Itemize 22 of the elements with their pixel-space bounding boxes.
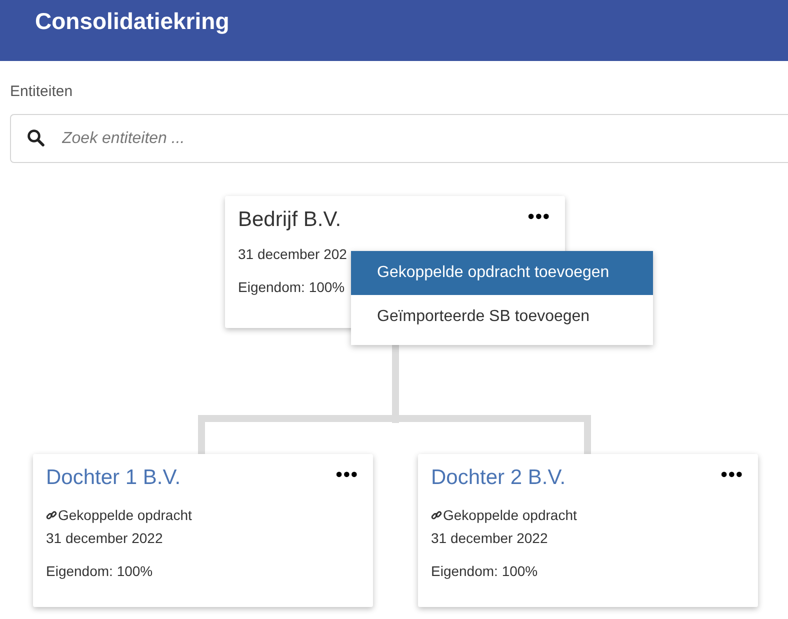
- link-icon: [431, 510, 442, 520]
- entity-name[interactable]: Dochter 1 B.V.: [46, 466, 181, 490]
- entity-name: Bedrijf B.V.: [238, 208, 342, 232]
- linked-label: Gekoppelde opdracht: [58, 507, 192, 523]
- more-button[interactable]: •••: [719, 466, 742, 484]
- section-label: Entiteiten: [10, 83, 74, 100]
- page-title: Consolidatiekring: [35, 8, 230, 35]
- search-icon: [27, 129, 45, 147]
- linked-label: Gekoppelde opdracht: [443, 507, 577, 523]
- link-icon: [46, 510, 57, 520]
- entity-name[interactable]: Dochter 2 B.V.: [431, 466, 566, 490]
- ownership-text: Eigendom: 100%: [238, 279, 345, 297]
- search-field[interactable]: Zoek entiteiten ...: [10, 114, 788, 163]
- entity-date: 31 december 202: [238, 246, 347, 264]
- menu-item[interactable]: Geïmporteerde SB toevoegen: [351, 295, 653, 339]
- ownership-text: Eigendom: 100%: [431, 563, 538, 581]
- entity-date: 31 december 2022: [431, 530, 548, 548]
- entity-date: 31 december 2022: [46, 530, 163, 548]
- ownership-text: Eigendom: 100%: [46, 563, 153, 581]
- more-button[interactable]: •••: [526, 208, 549, 226]
- more-button[interactable]: •••: [334, 466, 357, 484]
- menu-item[interactable]: Gekoppelde opdracht toevoegen: [351, 251, 653, 295]
